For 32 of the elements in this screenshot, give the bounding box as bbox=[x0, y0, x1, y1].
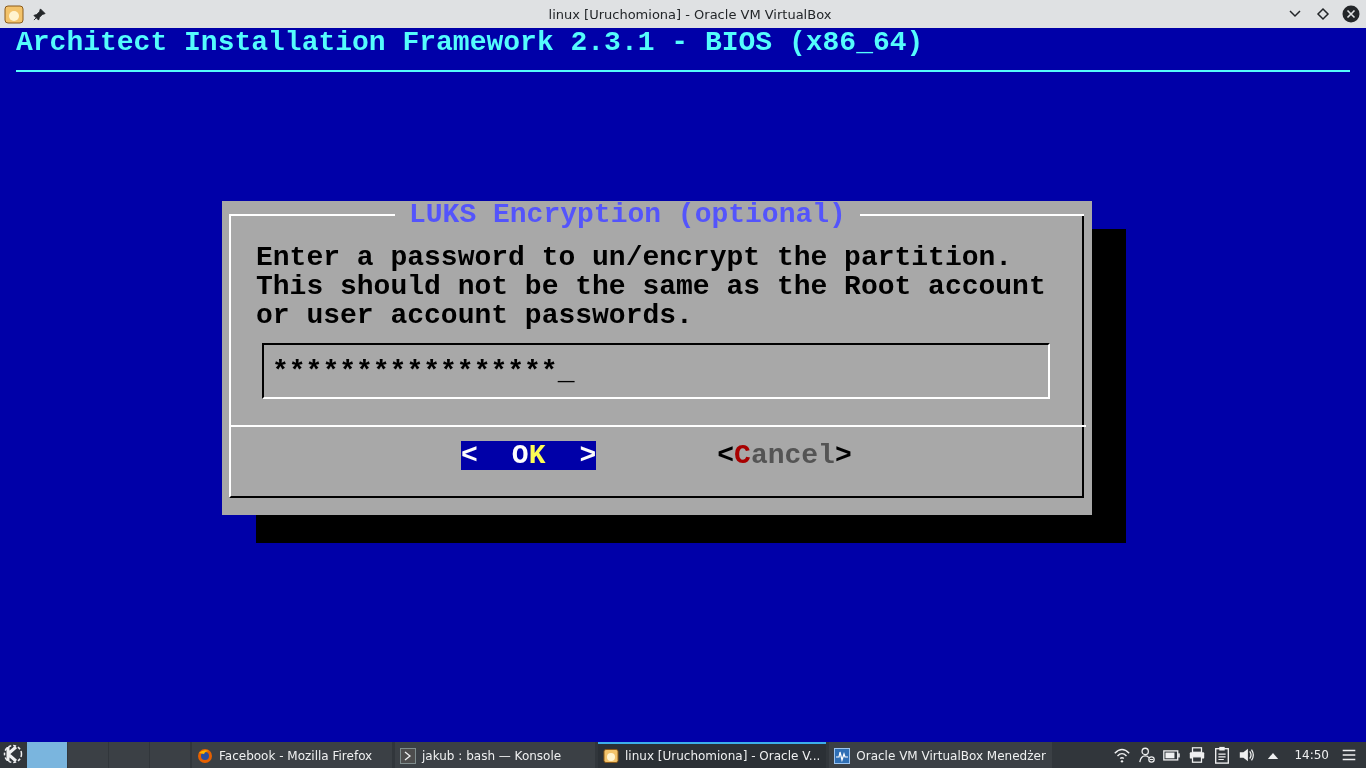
volume-icon[interactable] bbox=[1238, 746, 1257, 764]
window-title: linux [Uruchomiona] - Oracle VM VirtualBox bbox=[547, 6, 833, 22]
terminal-icon bbox=[400, 748, 416, 764]
desktop-pager-cell[interactable] bbox=[109, 742, 149, 768]
clipboard-icon[interactable] bbox=[1213, 746, 1232, 764]
vm-window-icon bbox=[603, 748, 619, 764]
browser-icon bbox=[197, 748, 213, 764]
message-text: Enter a password to un/encrypt the partition. bbox=[256, 243, 1013, 272]
maximize-button[interactable] bbox=[1316, 7, 1330, 21]
dialog-title: LUKS Encryption (optional) bbox=[408, 200, 847, 229]
desktop-pager-cell[interactable] bbox=[68, 742, 108, 768]
taskbar-task[interactable]: Facebook - Mozilla Firefox bbox=[192, 742, 392, 768]
app-icon[interactable] bbox=[4, 4, 24, 24]
password-field[interactable]: *****************_ bbox=[262, 343, 1050, 399]
dialog-button[interactable]: <Cancel> bbox=[717, 441, 852, 470]
close-button[interactable] bbox=[1342, 5, 1360, 23]
taskbar-task[interactable]: jakub : bash — Konsole bbox=[395, 742, 595, 768]
launcher-icon[interactable] bbox=[3, 744, 23, 764]
taskbar-task[interactable]: linux [Uruchomiona] - Oracle V... bbox=[598, 742, 827, 768]
dialog-button[interactable]: < OK > bbox=[461, 441, 597, 470]
taskbar-task[interactable]: Oracle VM VirtualBox Menedżer bbox=[829, 742, 1052, 768]
wifi-icon[interactable] bbox=[1113, 746, 1132, 764]
message-text: This should not be the same as the Root account bbox=[256, 272, 1046, 301]
installer-header: Architect Installation Framework 2.3.1 - BIOS (x86_64) bbox=[16, 28, 924, 57]
printer-icon[interactable] bbox=[1188, 746, 1207, 764]
pin-icon[interactable] bbox=[33, 7, 46, 21]
monitor-graph-icon bbox=[834, 748, 851, 764]
desktop-pager-cell[interactable] bbox=[150, 742, 190, 768]
user-icon[interactable] bbox=[1138, 746, 1157, 764]
clock: 14:50 bbox=[1294, 748, 1329, 762]
desktop-pager-cell[interactable] bbox=[27, 742, 67, 768]
message-text: or user account passwords. bbox=[256, 301, 693, 330]
